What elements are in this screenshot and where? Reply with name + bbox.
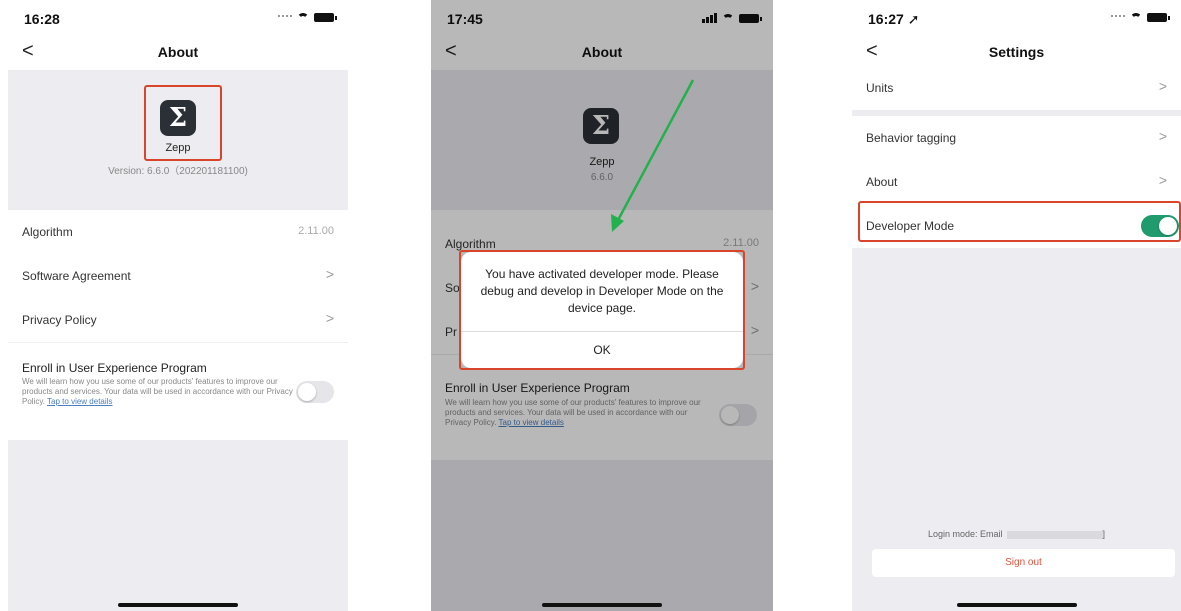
login-mode: Login mode: Email] — [852, 529, 1181, 539]
sign-out-button[interactable]: Sign out — [872, 549, 1175, 577]
home-indicator — [542, 603, 662, 607]
enroll-title: Enroll in User Experience Program — [22, 361, 207, 375]
signal-dots-icon — [278, 15, 292, 20]
chevron-right-icon: > — [325, 310, 334, 326]
row-privacy-policy[interactable]: Privacy Policy > — [8, 298, 348, 343]
privacy-policy-label: Privacy Policy — [22, 313, 97, 327]
units-label: Units — [866, 81, 894, 95]
zepp-icon-highlight — [144, 85, 222, 161]
phone-screen-about: 16:28 < About Σ Zepp Version: 6.6.0（2022… — [8, 0, 348, 611]
wifi-icon — [296, 13, 310, 22]
status-time: 16:27 ➚ — [868, 11, 920, 27]
status-time: 16:28 — [24, 11, 60, 27]
app-version: Version: 6.6.0（202201181100) — [108, 166, 248, 177]
status-bar: 16:28 — [8, 0, 348, 36]
chevron-right-icon: > — [325, 266, 334, 282]
software-agreement-label: Software Agreement — [22, 269, 131, 283]
battery-icon — [314, 13, 337, 22]
row-units[interactable]: Units > — [852, 66, 1181, 111]
developer-mode-highlight — [858, 201, 1181, 242]
chevron-right-icon: > — [1158, 172, 1167, 188]
row-algorithm: Algorithm 2.11.00 — [8, 210, 348, 255]
signal-dots-icon — [1111, 15, 1125, 20]
arrow-head — [611, 214, 624, 232]
redacted-email — [1006, 530, 1103, 539]
wifi-icon — [1129, 13, 1143, 22]
login-mode-text: Login mode: Email — [927, 529, 1003, 539]
enroll-description: We will learn how you use some of our pr… — [22, 377, 294, 407]
empty-area — [8, 440, 348, 611]
page-title: About — [157, 44, 199, 60]
chevron-right-icon: > — [1158, 78, 1167, 94]
chevron-right-icon: > — [1158, 128, 1167, 144]
behavior-tagging-label: Behavior tagging — [866, 131, 957, 145]
enroll-toggle[interactable] — [296, 381, 334, 403]
toggle-knob — [298, 383, 316, 401]
phone-screen-settings: 16:27 ➚ < Settings Units > Behavior tagg… — [852, 0, 1181, 611]
annotation-arrow — [611, 79, 695, 232]
nav-bar: < Settings — [852, 36, 1181, 70]
status-icons — [1111, 13, 1170, 22]
status-icons — [278, 13, 337, 22]
row-about[interactable]: About > — [852, 160, 1181, 205]
login-mode-suffix: ] — [1102, 529, 1106, 539]
phone-screen-about-dialog: 17:45 < About Σ Zepp 6.6.0 Algorithm 2.1… — [431, 0, 773, 611]
algorithm-label: Algorithm — [22, 225, 73, 239]
home-indicator — [118, 603, 238, 607]
nav-bar: < About — [8, 36, 348, 70]
row-behavior-tagging[interactable]: Behavior tagging > — [852, 116, 1181, 161]
battery-icon — [1147, 13, 1170, 22]
about-label: About — [866, 175, 898, 189]
row-software-agreement[interactable]: Software Agreement > — [8, 254, 348, 299]
home-indicator — [956, 603, 1077, 607]
arrow-line — [615, 79, 695, 223]
algorithm-value: 2.11.00 — [298, 225, 334, 237]
status-bar: 16:27 ➚ — [852, 0, 1181, 36]
page-title: Settings — [988, 44, 1045, 60]
tap-to-view-details-link[interactable]: Tap to view details — [47, 397, 112, 406]
